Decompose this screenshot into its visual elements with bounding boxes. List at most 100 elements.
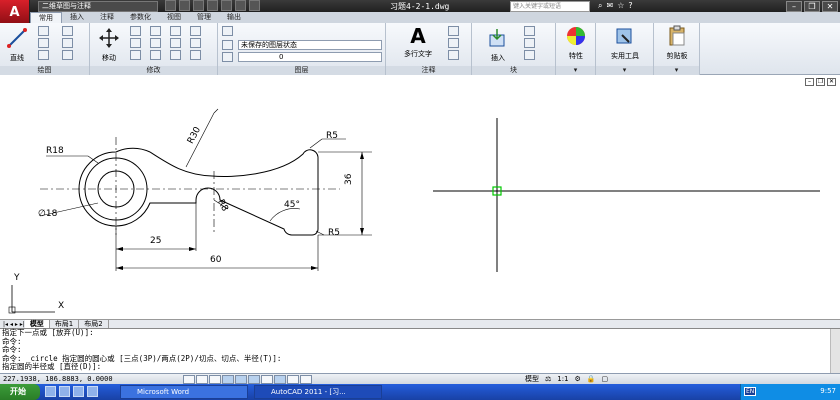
tab-parametric[interactable]: 参数化 — [122, 12, 159, 23]
layer-on-icon[interactable] — [222, 40, 233, 50]
draw-panel-title[interactable]: 绘图 — [0, 66, 89, 75]
close-button[interactable]: ✕ — [822, 1, 838, 12]
ellipse-icon[interactable] — [62, 50, 73, 60]
offset-icon[interactable] — [190, 38, 201, 48]
mirror-icon[interactable] — [150, 38, 161, 48]
utilities-button[interactable]: 实用工具 — [600, 25, 650, 61]
search-input[interactable]: 键入关键字或短语 — [510, 1, 590, 12]
communication-center-icon[interactable]: ✉ — [606, 1, 613, 11]
explode-icon[interactable] — [190, 26, 201, 36]
leader-icon[interactable] — [448, 38, 459, 48]
hatch-icon[interactable] — [62, 38, 73, 48]
erase-icon[interactable] — [170, 26, 181, 36]
block-attribute-icon[interactable] — [524, 50, 535, 60]
clipboard-button[interactable]: 剪贴板 — [656, 25, 698, 61]
insert-button[interactable]: 插入 — [478, 27, 518, 63]
drawing-area[interactable]: – ❐ ✕ R18 R30 R5 R5 R8 ∅18 45° 25 60 36 … — [0, 75, 840, 319]
circle-icon[interactable] — [38, 38, 49, 48]
properties-button[interactable]: 特性 — [556, 25, 596, 61]
create-block-icon[interactable] — [524, 26, 535, 36]
mtext-icon: A — [410, 24, 426, 48]
infocenter: ⌕ ✉ ☆ ? — [598, 1, 633, 11]
dim-text-r5-bottom: R5 — [328, 228, 340, 238]
start-button[interactable]: 开始 — [0, 384, 40, 400]
open-icon[interactable] — [179, 0, 190, 11]
edit-block-icon[interactable] — [524, 38, 535, 48]
rotate-icon[interactable] — [130, 26, 141, 36]
tab-home[interactable]: 常用 — [30, 11, 62, 24]
scale-icon[interactable] — [150, 50, 161, 60]
polar-toggle-icon[interactable] — [222, 375, 234, 384]
redo-icon[interactable] — [249, 0, 260, 11]
utilities-icon — [616, 28, 632, 44]
current-layer-dropdown[interactable]: 0 — [238, 52, 382, 62]
search-icon[interactable]: ⌕ — [598, 1, 602, 11]
media-icon[interactable] — [73, 386, 84, 397]
polyline-icon[interactable] — [38, 26, 49, 36]
favorites-icon[interactable]: ☆ — [617, 1, 624, 11]
application-menu-button[interactable]: A — [0, 0, 30, 24]
annotation-panel-title[interactable]: 注释 — [386, 66, 471, 75]
command-prompt[interactable]: 指定圆的半径或 [直径(D)]: — [0, 363, 840, 372]
fillet-icon[interactable] — [170, 38, 181, 48]
lightbulb-icon[interactable] — [222, 52, 233, 62]
snap-toggle-icon[interactable] — [183, 375, 195, 384]
tab-view[interactable]: 视图 — [159, 12, 189, 23]
print-icon[interactable] — [221, 0, 232, 11]
status-bar: 227.1938, 186.8883, 0.0000 模型 ⚖ 1:1 ⚙ 🔒 … — [0, 373, 840, 384]
folder-icon[interactable] — [87, 386, 98, 397]
ducs-toggle-icon[interactable] — [261, 375, 273, 384]
help-icon[interactable]: ? — [628, 1, 632, 11]
block-panel-title[interactable]: 块 — [472, 66, 555, 75]
copy-icon[interactable] — [130, 38, 141, 48]
ortho-toggle-icon[interactable] — [209, 375, 221, 384]
window-controls: – ❐ ✕ — [786, 1, 838, 12]
move-icon — [99, 28, 119, 48]
ucs-x-label: X — [58, 301, 65, 311]
stretch-icon[interactable] — [130, 50, 141, 60]
move-button[interactable]: 移动 — [94, 27, 124, 63]
ie-icon[interactable] — [45, 386, 56, 397]
layers-panel-title[interactable]: 图层 — [218, 66, 385, 75]
array-icon[interactable] — [170, 50, 181, 60]
dyn-toggle-icon[interactable] — [274, 375, 286, 384]
undo-icon[interactable] — [235, 0, 246, 11]
layer-properties-icon[interactable] — [222, 26, 233, 36]
rectangle-icon[interactable] — [62, 26, 73, 36]
grid-toggle-icon[interactable] — [196, 375, 208, 384]
workspace-dropdown[interactable]: 二维草图与注释 — [38, 1, 158, 12]
lwt-toggle-icon[interactable] — [287, 375, 299, 384]
minimize-button[interactable]: – — [786, 1, 802, 12]
dimension-icon[interactable] — [448, 26, 459, 36]
qp-toggle-icon[interactable] — [300, 375, 312, 384]
arc-icon[interactable] — [38, 50, 49, 60]
command-window[interactable]: 指定下一点或 [放弃(U)]: 命令: 命令: 命令: _circle 指定圆的… — [0, 328, 840, 374]
command-scrollbar[interactable] — [830, 329, 840, 374]
tab-output[interactable]: 输出 — [219, 12, 249, 23]
new-icon[interactable] — [165, 0, 176, 11]
tab-insert[interactable]: 插入 — [62, 12, 92, 23]
restore-button[interactable]: ❐ — [804, 1, 820, 12]
layer-state-dropdown[interactable]: 未保存的图层状态 — [238, 40, 382, 50]
task-autocad[interactable]: AutoCAD 2011 - [习... — [254, 385, 382, 399]
edit-icon[interactable] — [190, 50, 201, 60]
line-button[interactable]: 直线 — [4, 27, 30, 63]
save-as-icon[interactable] — [207, 0, 218, 11]
otrack-toggle-icon[interactable] — [248, 375, 260, 384]
utilities-expander[interactable]: ▾ — [596, 66, 653, 75]
layout-nav-icon[interactable]: |◂ ◂ ▸ ▸| — [3, 321, 25, 328]
modify-panel-title[interactable]: 修改 — [90, 66, 217, 75]
mtext-button[interactable]: A 多行文字 — [398, 25, 438, 59]
task-word[interactable]: Microsoft Word — [120, 385, 248, 399]
tab-manage[interactable]: 管理 — [189, 12, 219, 23]
desktop-icon[interactable] — [59, 386, 70, 397]
table-icon[interactable] — [448, 50, 459, 60]
utilities-panel: 实用工具 ▾ — [596, 23, 654, 75]
osnap-toggle-icon[interactable] — [235, 375, 247, 384]
tab-annotate[interactable]: 注释 — [92, 12, 122, 23]
save-icon[interactable] — [193, 0, 204, 11]
language-indicator[interactable]: EN — [744, 387, 757, 396]
clipboard-expander[interactable]: ▾ — [654, 66, 699, 75]
trim-icon[interactable] — [150, 26, 161, 36]
properties-expander[interactable]: ▾ — [556, 66, 595, 75]
